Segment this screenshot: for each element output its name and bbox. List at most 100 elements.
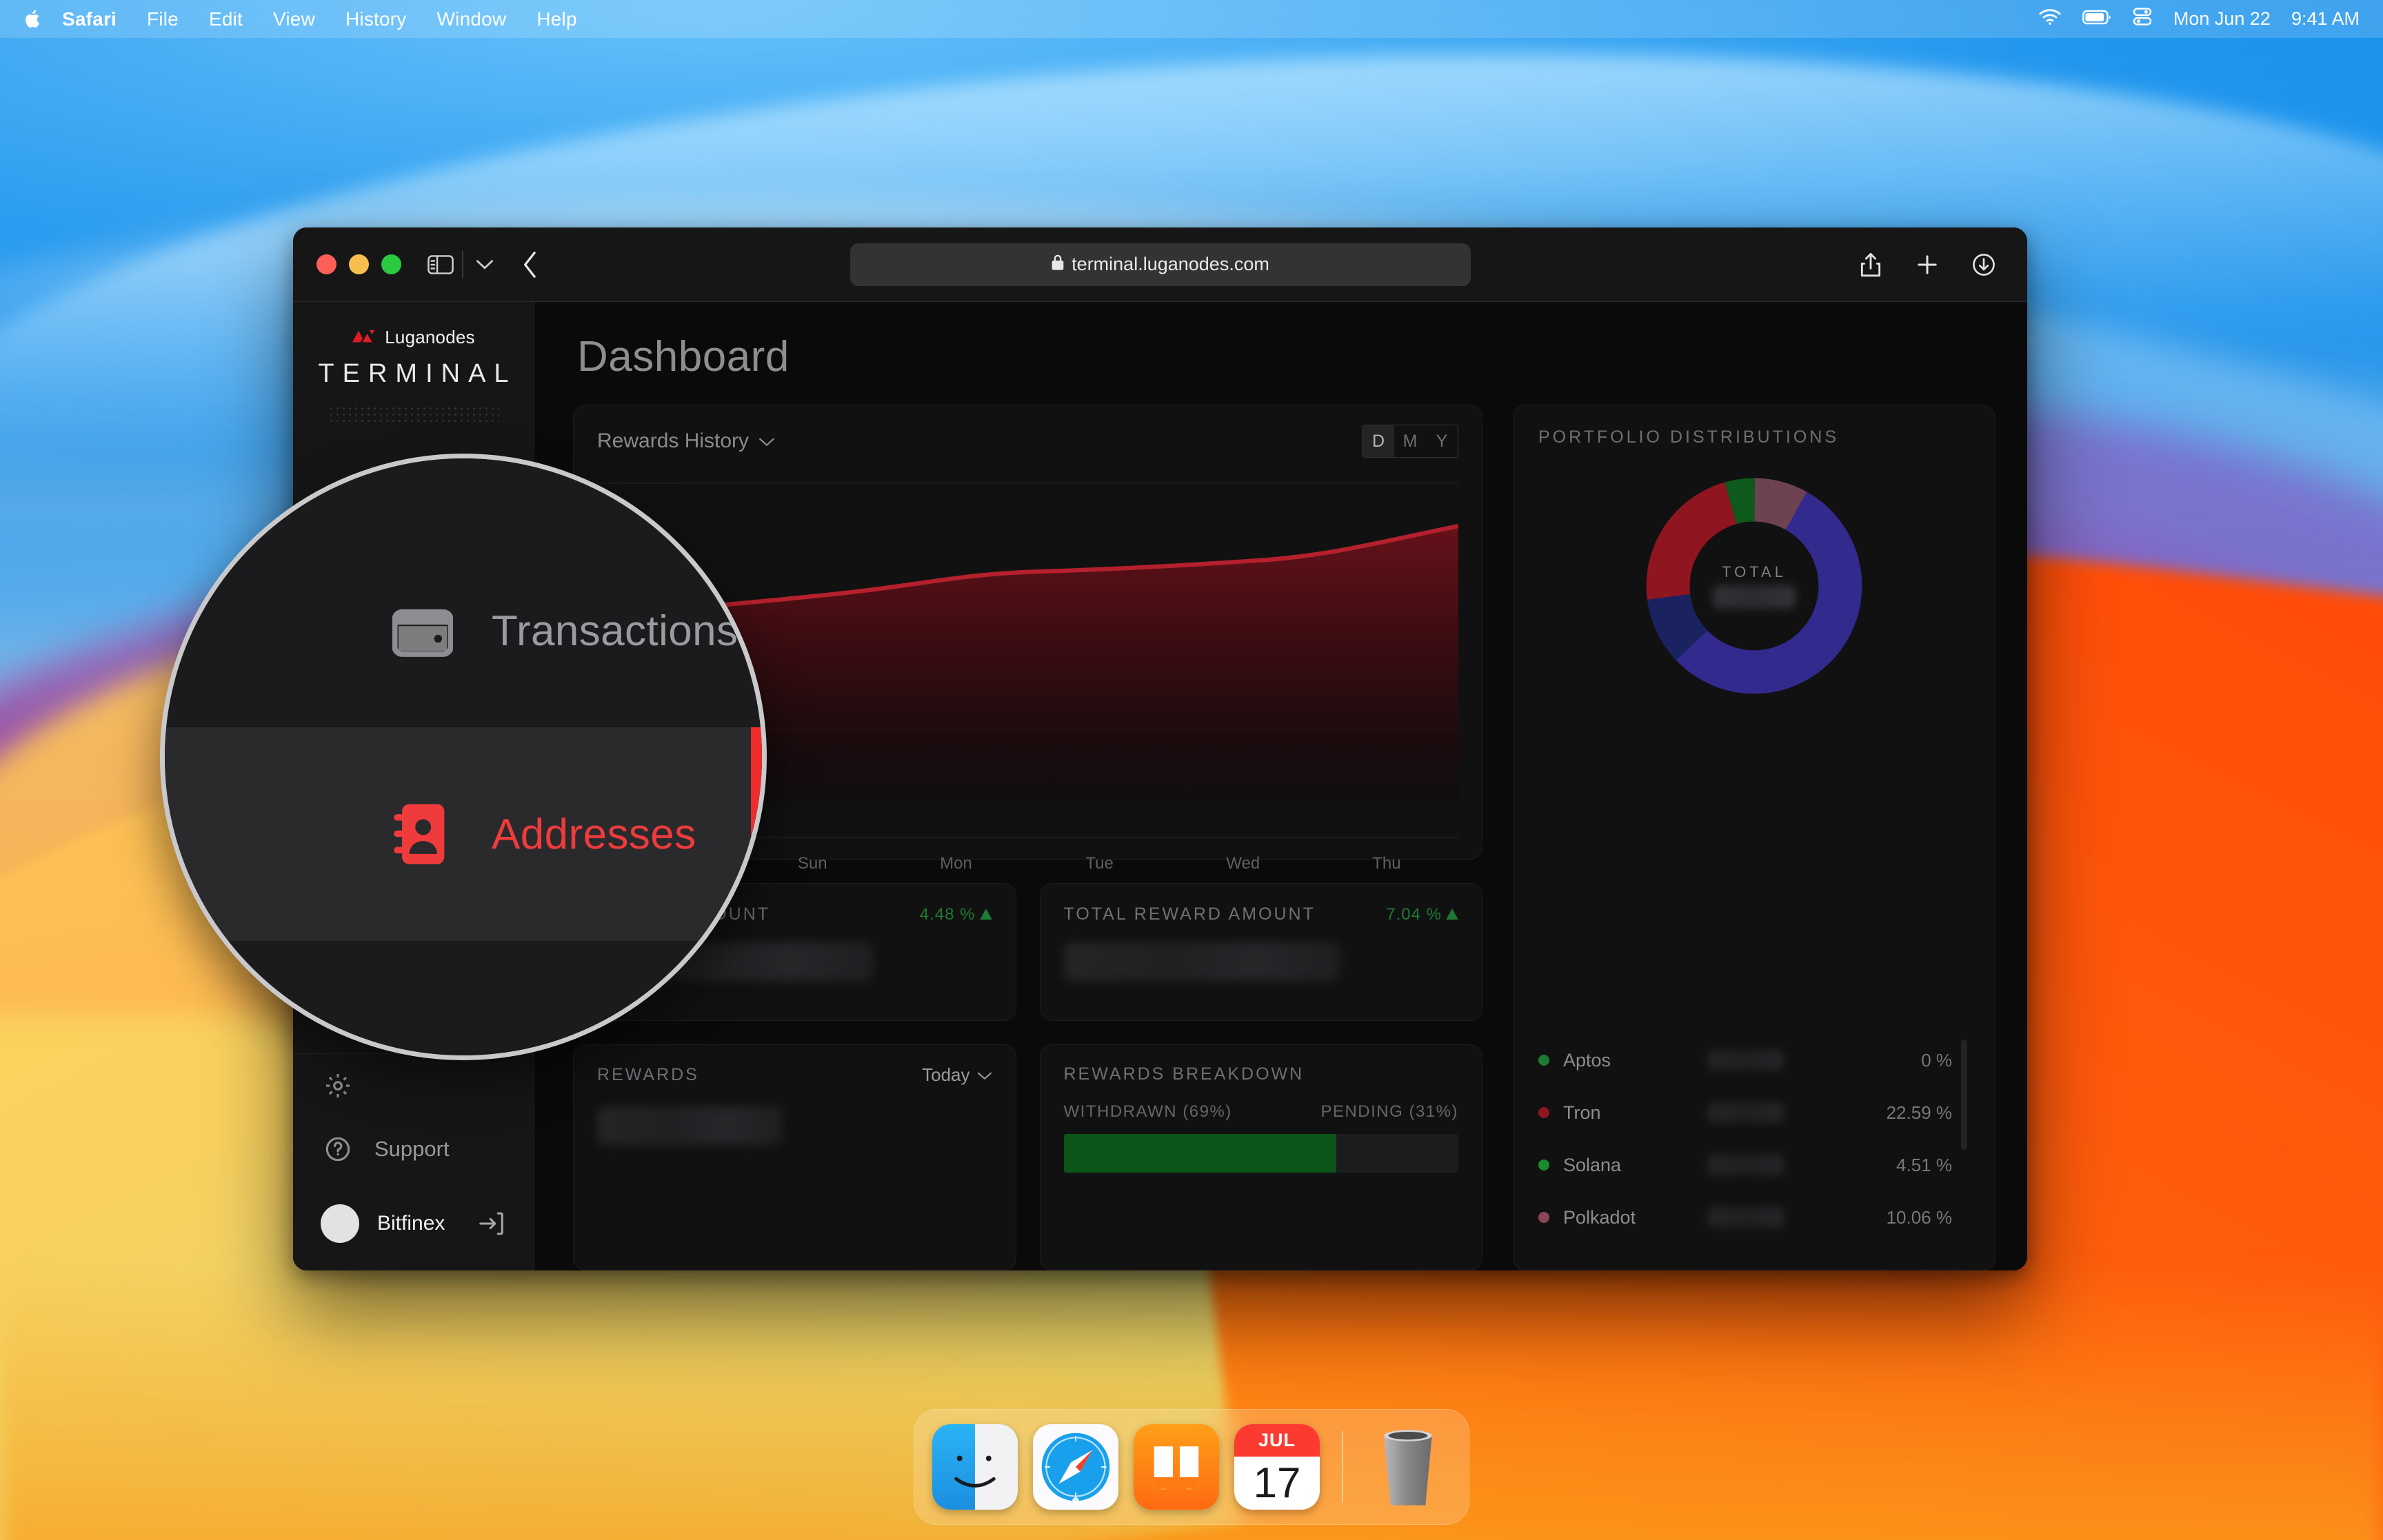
- magnified-label-addresses: Addresses: [492, 810, 696, 858]
- control-center-icon[interactable]: [2132, 6, 2153, 32]
- window-controls: [293, 254, 401, 274]
- legend-row-aptos[interactable]: Aptos 0 %: [1538, 1034, 1970, 1086]
- sidebar-toggle-icon[interactable]: [425, 249, 456, 281]
- legend-amount-polkadot-redacted: [1708, 1207, 1784, 1228]
- legend-pct-solana: 4.51 %: [1896, 1154, 1952, 1175]
- sidebar-item-settings[interactable]: Settings: [293, 1054, 534, 1117]
- legend-name-polkadot: Polkadot: [1563, 1206, 1636, 1228]
- magnified-sidebar-item-transactions[interactable]: Transactions: [165, 562, 762, 700]
- rewards-period-select[interactable]: Today: [922, 1064, 992, 1086]
- menu-bar-date[interactable]: Mon Jun 22: [2173, 8, 2271, 30]
- legend-row-polkadot[interactable]: Polkadot 10.06 %: [1538, 1191, 1970, 1244]
- breakdown-labels: WITHDRAWN (69%) PENDING (31%): [1064, 1102, 1459, 1122]
- total-reward-amount-value-redacted: [1063, 942, 1340, 981]
- menu-item-edit[interactable]: Edit: [194, 8, 258, 30]
- sidebar-item-support[interactable]: Support: [293, 1117, 534, 1181]
- brand-name: Luganodes: [385, 327, 475, 347]
- battery-icon[interactable]: [2082, 8, 2111, 30]
- sidebar-user-row[interactable]: Bitfinex: [293, 1181, 534, 1270]
- apple-logo-icon[interactable]: [23, 8, 47, 30]
- brand-block: Luganodes TERMINAL: [293, 302, 534, 440]
- portfolio-donut: TOTAL: [1640, 472, 1868, 700]
- donut-total-value-redacted: [1713, 585, 1796, 609]
- withdrawn-label: WITHDRAWN (69%): [1063, 1102, 1232, 1121]
- rewards-breakdown-label: REWARDS BREAKDOWN: [1063, 1064, 1305, 1084]
- rewards-history-title: Rewards History: [597, 429, 750, 452]
- lock-icon: [1051, 254, 1065, 276]
- legend-dot-aptos: [1538, 1055, 1549, 1066]
- plus-icon[interactable]: [1911, 249, 1943, 281]
- range-toggle-d[interactable]: D: [1363, 425, 1394, 457]
- menu-item-view[interactable]: View: [258, 8, 330, 30]
- range-toggle-m[interactable]: M: [1394, 425, 1426, 457]
- logout-icon[interactable]: [476, 1208, 506, 1239]
- menu-item-help[interactable]: Help: [521, 8, 592, 30]
- magnified-label-transactions: Transactions: [492, 607, 738, 655]
- menu-item-window[interactable]: Window: [422, 8, 522, 30]
- donut-center: TOTAL: [1640, 472, 1868, 700]
- page-title: Dashboard: [577, 333, 790, 381]
- chevron-down-icon[interactable]: [469, 249, 501, 281]
- maximize-window-button[interactable]: [381, 254, 401, 274]
- pending-label: PENDING (31%): [1320, 1102, 1458, 1121]
- portfolio-donut-wrap: TOTAL: [1538, 472, 1970, 700]
- minimize-window-button[interactable]: [349, 254, 369, 274]
- rewards-card-header: REWARDS Today: [597, 1064, 992, 1086]
- legend-dot-polkadot: [1538, 1212, 1549, 1223]
- x-tick-tue: Tue: [1085, 854, 1114, 873]
- menu-item-history[interactable]: History: [330, 8, 422, 30]
- close-window-button[interactable]: [316, 254, 336, 274]
- legend-row-solana[interactable]: Solana 4.51 %: [1538, 1139, 1970, 1191]
- wifi-icon[interactable]: [2038, 8, 2062, 30]
- legend-amount-aptos-redacted: [1708, 1050, 1784, 1071]
- share-icon[interactable]: [1855, 249, 1887, 281]
- staked-amount-delta: 4.48 %: [920, 905, 992, 924]
- legend-dot-tron: [1538, 1107, 1549, 1118]
- portfolio-legend: Aptos 0 % Tron 22.59 % Solana 4.51 % Pol…: [1538, 1034, 1970, 1248]
- toolbar-divider: [462, 250, 463, 278]
- magnified-sidebar-item-addresses[interactable]: Addresses: [165, 727, 762, 941]
- brand-dot-divider: [328, 405, 499, 423]
- sidebar-item-support-label: Support: [374, 1137, 450, 1161]
- triangle-up-icon: [1446, 905, 1458, 924]
- triangle-up-icon: [979, 905, 992, 924]
- dock-item-trash[interactable]: [1365, 1424, 1451, 1510]
- bottom-card-row: REWARDS Today REWARDS BREAKDOWN WITHDRAW…: [573, 1044, 1482, 1270]
- breakdown-withdrawn-fill: [1063, 1134, 1336, 1173]
- x-tick-wed: Wed: [1226, 854, 1260, 873]
- dock-divider: [1342, 1431, 1343, 1503]
- menu-item-file[interactable]: File: [132, 8, 194, 30]
- rewards-card: REWARDS Today: [573, 1044, 1016, 1270]
- trash-icon: [1384, 1430, 1432, 1506]
- menu-item-safari[interactable]: Safari: [47, 8, 132, 30]
- rewards-card-label: REWARDS: [597, 1065, 699, 1084]
- donut-total-label: TOTAL: [1722, 563, 1787, 580]
- x-tick-sun: Sun: [797, 854, 827, 873]
- back-arrow-icon[interactable]: [514, 249, 546, 281]
- legend-dot-solana: [1538, 1159, 1549, 1171]
- avatar: [321, 1204, 359, 1243]
- legend-row-tron[interactable]: Tron 22.59 %: [1538, 1086, 1970, 1139]
- total-reward-amount-card: TOTAL REWARD AMOUNT 7.04 %: [1039, 883, 1482, 1021]
- dock: JUL 17: [914, 1409, 1469, 1525]
- wallet-icon: [392, 600, 453, 661]
- dock-item-calendar[interactable]: JUL 17: [1234, 1424, 1320, 1510]
- content-grid: Rewards History D M Y Sun Mon Tue Wed Th…: [573, 405, 1995, 1270]
- right-column: PORTFOLIO DISTRIBUTIONS TOTAL Aptos 0 % …: [1513, 405, 1995, 1270]
- toolbar-right-actions: [1855, 249, 2027, 281]
- calendar-month: JUL: [1234, 1424, 1320, 1457]
- address-bar[interactable]: terminal.luganodes.com: [849, 243, 1471, 286]
- range-toggle-y[interactable]: Y: [1426, 425, 1458, 457]
- rewards-history-selector[interactable]: Rewards History: [597, 429, 775, 453]
- dock-item-books[interactable]: [1134, 1424, 1219, 1510]
- dock-item-safari[interactable]: [1033, 1424, 1118, 1510]
- download-icon[interactable]: [1968, 249, 2000, 281]
- calendar-day: 17: [1253, 1459, 1301, 1508]
- legend-scrollbar[interactable]: [1961, 1040, 1967, 1150]
- dock-item-finder[interactable]: [932, 1424, 1018, 1510]
- menu-bar-clock[interactable]: 9:41 AM: [2291, 8, 2360, 30]
- address-bar-url: terminal.luganodes.com: [1072, 254, 1269, 274]
- rewards-breakdown-card: REWARDS BREAKDOWN WITHDRAWN (69%) PENDIN…: [1039, 1044, 1482, 1270]
- safari-running-indicator: [1072, 1497, 1079, 1504]
- legend-name-solana: Solana: [1563, 1154, 1622, 1175]
